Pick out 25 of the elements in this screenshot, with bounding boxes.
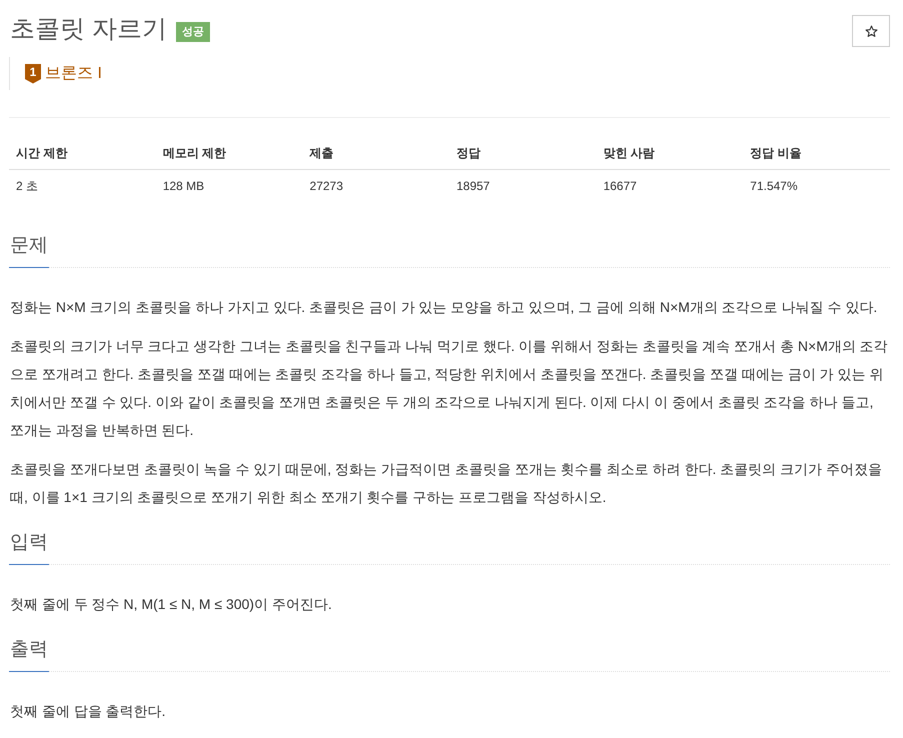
paragraph: 초콜릿의 크기가 너무 크다고 생각한 그녀는 초콜릿을 친구들과 나눠 먹기로 했다. 이를 위해서 정화는 초콜릿을 계속 쪼개서 총 N×M개의 조각으로 쪼개려고 한다. 초콜릿을 쪼갤 때에는 초콜릿 조각을 하나 들고, 적당한 위치에서 초콜릿을 쪼갠다. 초콜릿을 쪼갤 때에는 금이 가 있는 위치에서만 쪼갤 수 있다. 이와 같이 초콜릿을 쪼개면 초콜릿은 두 개의 조각으로 나눠지게 된다. 이제 다시 이 중에서 초콜릿 조각을 하나 들고, 쪼개는 과정을 반복하면 된다. — [10, 337, 889, 440]
paragraph: 정화는 N×M 크기의 초콜릿을 하나 가지고 있다. 초콜릿은 금이 가 있는 모양을 하고 있으며, 그 금에 의해 N×M개의 조각으로 나눠질 수 있다. — [10, 298, 878, 317]
table-cell: 71.547% — [743, 170, 890, 202]
paragraph: 첫째 줄에 두 정수 N, M(1 ≤ N, M ≤ 300)이 주어진다. — [10, 595, 333, 614]
paragraph: 첫째 줄에 답을 출력한다. — [10, 702, 167, 721]
column-header: 정답 — [449, 137, 596, 170]
paragraph: 초콜릿을 쪼개다보면 초콜릿이 녹을 수 있기 때문에, 정화는 가급적이면 초콜릿을 쪼개는 횟수를 최소로 하려 한다. 초콜릿의 크기가 주어졌을 때, 이를 1×1 크기의 초콜릿으로 쪼개기 위한 최소 쪼개기 횟수를 구하는 프로그램을 작성하시오. — [10, 460, 883, 507]
table-cell: 18957 — [449, 170, 596, 202]
tier-badge: 1 — [25, 64, 41, 84]
section-heading: 출력 — [9, 636, 49, 672]
result-badge: 성공 — [176, 22, 210, 42]
column-header: 정답 비율 — [743, 137, 890, 170]
section-heading: 입력 — [9, 529, 49, 565]
table-cell: 16677 — [596, 170, 744, 202]
favorite-button[interactable] — [852, 15, 890, 47]
column-header: 시간 제한 — [9, 137, 156, 170]
table-cell: 2 초 — [9, 170, 156, 202]
column-header: 메모리 제한 — [156, 137, 303, 170]
column-header: 제출 — [302, 137, 450, 170]
section-heading: 문제 — [9, 232, 49, 268]
problem-title: 초콜릿 자르기 — [10, 14, 167, 45]
table-cell: 128 MB — [156, 170, 303, 202]
column-header: 맞힌 사람 — [596, 137, 744, 170]
tier-name[interactable]: 브론즈 I — [45, 64, 102, 84]
table-cell: 27273 — [302, 170, 450, 202]
